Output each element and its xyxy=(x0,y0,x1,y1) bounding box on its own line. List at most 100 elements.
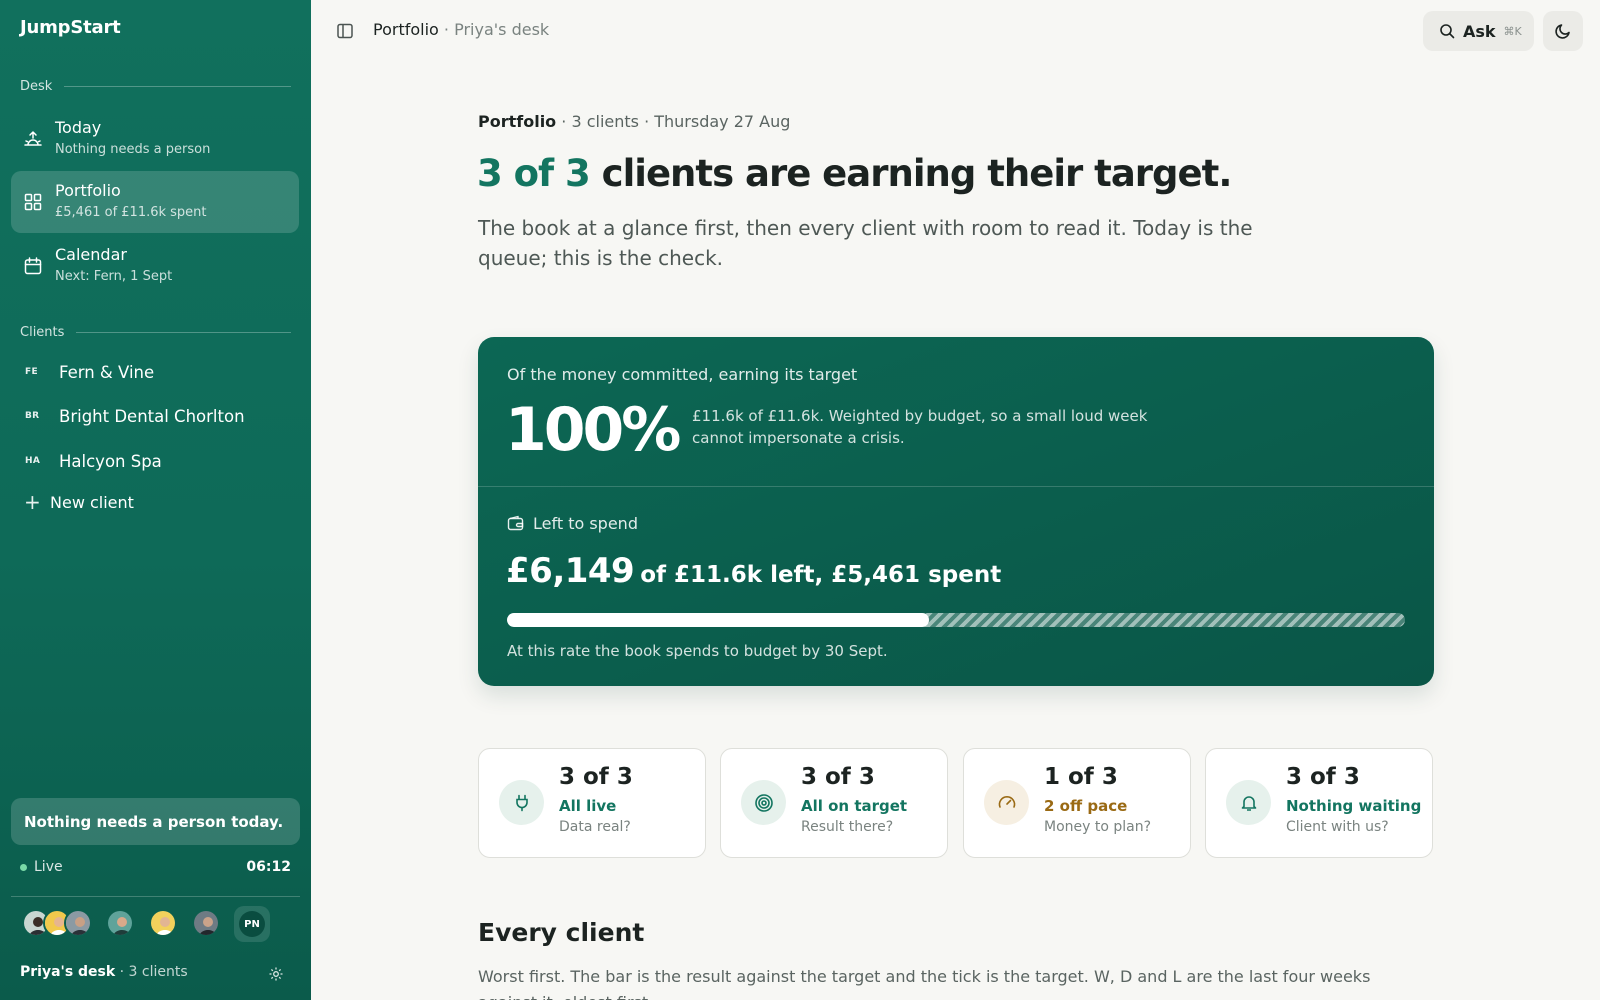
sidebar-toggle-icon[interactable] xyxy=(336,22,354,40)
spend-progress-fill xyxy=(507,613,930,627)
page-meta: Portfolio · 3 clients · Thursday 27 Aug xyxy=(478,112,790,131)
breadcrumb: Portfolio · Priya's desk xyxy=(373,20,549,39)
nav-item-subtitle: £5,461 of £11.6k spent xyxy=(55,205,207,220)
clients-section-label: Clients xyxy=(20,325,291,340)
sidebar-client-fern-vine[interactable]: FE Fern & Vine xyxy=(11,352,299,392)
client-name: Halcyon Spa xyxy=(59,451,162,471)
sidebar-client-bright-dental[interactable]: BR Bright Dental Chorlton xyxy=(11,396,299,436)
card-question: Result there? xyxy=(801,819,894,835)
card-question: Client with us? xyxy=(1286,819,1389,835)
earning-target-note: £11.6k of £11.6k. Weighted by budget, so… xyxy=(692,407,1148,447)
card-question: Data real? xyxy=(559,819,631,835)
health-cards: 3 of 3 All live Data real? 3 of 3 All on… xyxy=(478,748,1434,858)
card-on-target[interactable]: 3 of 3 All on target Result there? xyxy=(720,748,948,858)
card-status: All on target xyxy=(801,797,908,815)
ask-button[interactable]: Ask ⌘K xyxy=(1423,11,1534,51)
desk-footer: Priya's desk · 3 clients xyxy=(20,964,188,980)
card-value: 3 of 3 xyxy=(559,764,633,790)
sunrise-icon xyxy=(23,129,43,149)
gear-icon[interactable] xyxy=(268,966,284,982)
left-to-spend-label: Left to spend xyxy=(533,514,638,533)
calendar-icon xyxy=(23,256,43,276)
every-client-heading: Every client xyxy=(478,918,645,947)
sidebar-client-halcyon-spa[interactable]: HA Halcyon Spa xyxy=(11,441,299,481)
earning-target-label: Of the money committed, earning its targ… xyxy=(507,365,858,384)
client-name: Bright Dental Chorlton xyxy=(59,406,245,426)
moon-icon xyxy=(1555,24,1570,39)
left-to-spend-amount-row: £6,149 of £11.6k left, £5,461 spent xyxy=(506,551,1001,591)
meta-details: · 3 clients · Thursday 27 Aug xyxy=(561,112,791,131)
sidebar: JumpStart Desk Today Nothing needs a per… xyxy=(0,0,311,1000)
grid-icon xyxy=(23,192,43,212)
divider xyxy=(478,486,1434,487)
nav-item-title: Portfolio xyxy=(55,181,121,200)
card-value: 3 of 3 xyxy=(1286,764,1360,790)
clock-time: 06:12 xyxy=(246,859,291,875)
breadcrumb-desk: · Priya's desk xyxy=(443,20,550,39)
theme-toggle-button[interactable] xyxy=(1543,11,1583,51)
earning-target-percent: 100% xyxy=(505,395,681,465)
card-status: Nothing waiting xyxy=(1286,797,1422,815)
status-notice: Nothing needs a person today. xyxy=(11,798,300,845)
nav-item-subtitle: Next: Fern, 1 Sept xyxy=(55,269,173,284)
card-data-live[interactable]: 3 of 3 All live Data real? xyxy=(478,748,706,858)
plus-icon: + xyxy=(24,490,41,514)
live-status-row: Live 06:12 xyxy=(20,859,291,875)
desk-name: Priya's desk xyxy=(20,964,116,980)
current-user-initials: PN xyxy=(239,911,265,937)
nav-item-subtitle: Nothing needs a person xyxy=(55,142,211,157)
avatar[interactable] xyxy=(64,909,92,937)
live-label: Live xyxy=(34,859,63,875)
client-abbr: FE xyxy=(25,367,38,377)
app-logo[interactable]: JumpStart xyxy=(20,17,121,38)
page-title: Portfolio xyxy=(373,20,439,39)
spend-forecast: At this rate the book spends to budget b… xyxy=(507,642,888,660)
ask-label: Ask xyxy=(1463,21,1496,41)
nav-item-portfolio[interactable]: Portfolio £5,461 of £11.6k spent xyxy=(11,171,299,233)
bell-icon xyxy=(1241,795,1256,811)
nav-item-title: Today xyxy=(55,118,102,137)
client-name: Fern & Vine xyxy=(59,362,155,382)
every-client-description: Worst first. The bar is the result again… xyxy=(478,967,1371,1000)
ask-shortcut: ⌘K xyxy=(1503,24,1522,38)
avatar[interactable] xyxy=(149,909,177,937)
card-icon-bg xyxy=(984,780,1029,825)
card-value: 1 of 3 xyxy=(1044,764,1118,790)
left-to-spend-amount: £6,149 xyxy=(506,551,635,591)
nav-item-calendar[interactable]: Calendar Next: Fern, 1 Sept xyxy=(11,235,299,297)
headline: 3 of 3 clients are earning their target. xyxy=(477,152,1233,195)
wallet-icon xyxy=(507,515,524,531)
card-icon-bg xyxy=(499,780,544,825)
card-status: 2 off pace xyxy=(1044,797,1128,815)
card-status: All live xyxy=(559,797,617,815)
plug-icon xyxy=(515,794,528,811)
card-question: Money to plan? xyxy=(1044,819,1152,835)
gauge-icon xyxy=(998,795,1015,808)
divider xyxy=(11,896,300,897)
meta-title: Portfolio xyxy=(478,112,557,131)
new-client-label: New client xyxy=(50,492,134,512)
current-user-avatar[interactable]: PN xyxy=(234,906,270,942)
headline-accent: 3 of 3 xyxy=(477,152,591,195)
desk-client-count: · 3 clients xyxy=(119,964,188,980)
live-dot-icon xyxy=(20,863,27,871)
card-value: 3 of 3 xyxy=(801,764,875,790)
nav-item-title: Calendar xyxy=(55,245,127,264)
headline-text: clients are earning their target. xyxy=(589,152,1233,195)
card-client-waiting[interactable]: 3 of 3 Nothing waiting Client with us? xyxy=(1205,748,1433,858)
left-to-spend-detail: of £11.6k left, £5,461 spent xyxy=(640,562,1002,588)
card-pace[interactable]: 1 of 3 2 off pace Money to plan? xyxy=(963,748,1191,858)
summary-card: Of the money committed, earning its targ… xyxy=(478,337,1434,686)
avatar[interactable] xyxy=(106,909,134,937)
client-abbr: BR xyxy=(25,411,40,421)
search-icon xyxy=(1440,24,1455,39)
avatar[interactable] xyxy=(192,909,220,937)
client-abbr: HA xyxy=(25,456,41,466)
card-icon-bg xyxy=(1226,780,1271,825)
desk-section-label: Desk xyxy=(20,79,291,94)
nav-item-today[interactable]: Today Nothing needs a person xyxy=(11,108,299,170)
left-to-spend-label-row: Left to spend xyxy=(507,514,638,533)
card-icon-bg xyxy=(741,780,786,825)
lede-text: The book at a glance first, then every c… xyxy=(478,216,1253,270)
new-client-button[interactable]: + New client xyxy=(24,492,134,512)
